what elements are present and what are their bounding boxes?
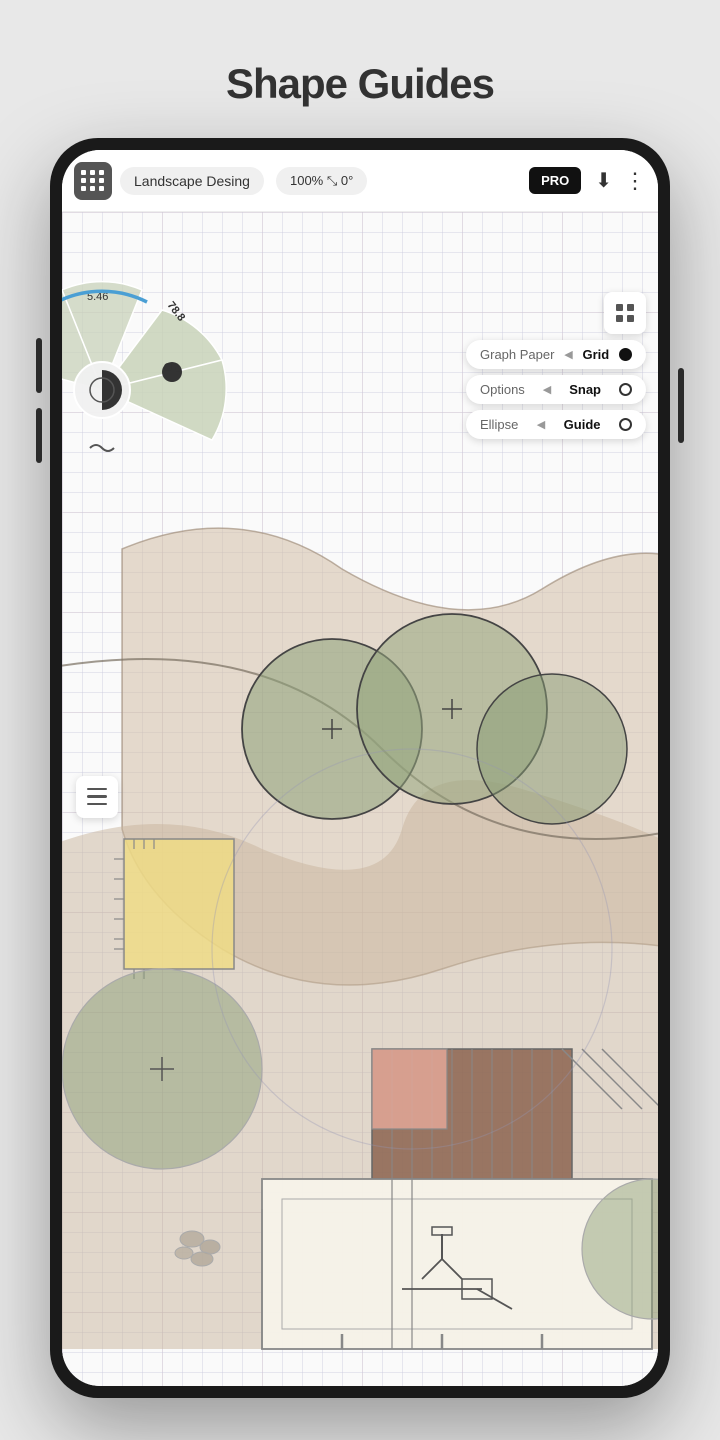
graph-paper-label: Graph Paper bbox=[480, 347, 554, 362]
grid-indicator bbox=[619, 348, 632, 361]
power-button bbox=[678, 368, 684, 443]
guide-label: Guide bbox=[564, 417, 601, 432]
options-label: Options bbox=[480, 382, 525, 397]
options-snap-row[interactable]: Options ◀ Snap bbox=[466, 375, 646, 404]
pro-button[interactable]: PRO bbox=[529, 167, 581, 194]
page-title: Shape Guides bbox=[226, 60, 494, 108]
download-icon[interactable]: ⬇ bbox=[595, 168, 612, 193]
hamburger-line-3 bbox=[87, 803, 107, 806]
hamburger-line-2 bbox=[87, 795, 107, 798]
snap-indicator bbox=[619, 383, 632, 396]
zoom-level-label[interactable]: 100% ⤡ 0° bbox=[276, 167, 367, 195]
options-chevron: ◀ bbox=[543, 383, 551, 396]
ellipse-guide-row[interactable]: Ellipse ◀ Guide bbox=[466, 410, 646, 439]
right-panel: Graph Paper ◀ Grid Options ◀ Snap Ellips… bbox=[466, 292, 646, 439]
hamburger-line-1 bbox=[87, 788, 107, 791]
more-options-icon[interactable]: ⋮ bbox=[624, 168, 646, 194]
view-options-button[interactable] bbox=[604, 292, 646, 334]
top-bar: Landscape Desing 100% ⤡ 0° PRO ⬇ ⋮ bbox=[62, 150, 658, 212]
phone-frame: Landscape Desing 100% ⤡ 0° PRO ⬇ ⋮ bbox=[50, 138, 670, 1398]
grid-label: Grid bbox=[582, 347, 609, 362]
ellipse-label: Ellipse bbox=[480, 417, 518, 432]
snap-label: Snap bbox=[569, 382, 601, 397]
radial-menu[interactable]: 78.8 5.46 bbox=[62, 280, 252, 460]
graph-paper-option-row[interactable]: Graph Paper ◀ Grid bbox=[466, 340, 646, 369]
ellipse-chevron: ◀ bbox=[537, 418, 545, 431]
canvas-area[interactable]: 78.8 5.46 bbox=[62, 212, 658, 1386]
layers-menu-button[interactable] bbox=[76, 776, 118, 818]
guide-indicator bbox=[619, 418, 632, 431]
phone-screen: Landscape Desing 100% ⤡ 0° PRO ⬇ ⋮ bbox=[62, 150, 658, 1386]
menu-grid-button[interactable] bbox=[74, 162, 112, 200]
volume-up-button bbox=[36, 338, 42, 393]
graph-paper-chevron: ◀ bbox=[564, 348, 572, 361]
volume-down-button bbox=[36, 408, 42, 463]
project-name-label[interactable]: Landscape Desing bbox=[120, 167, 264, 195]
